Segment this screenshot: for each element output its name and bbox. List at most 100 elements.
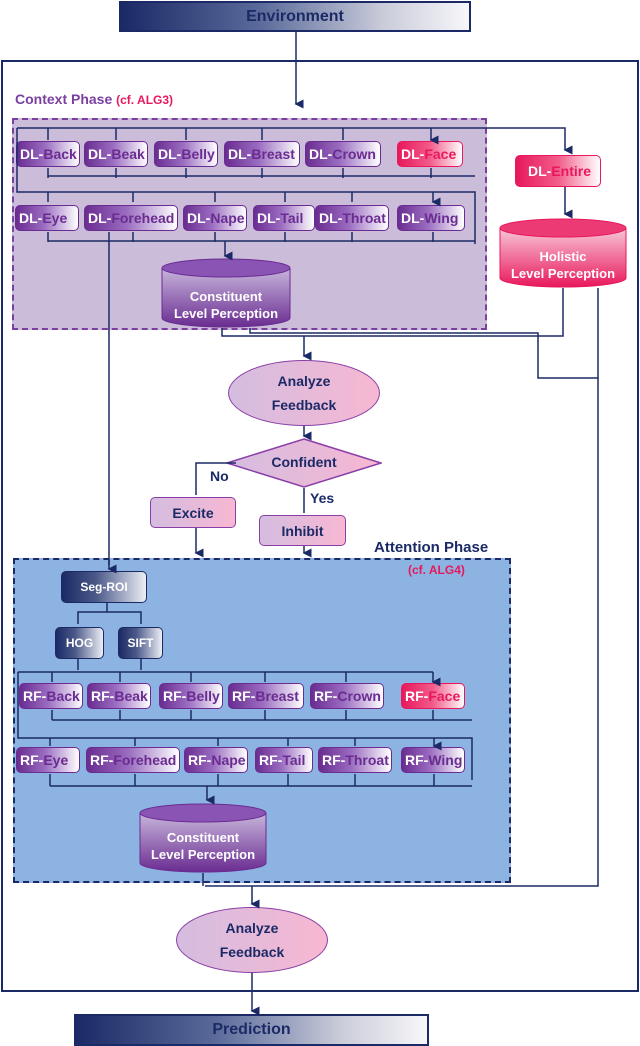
- dl-prefix: DL-: [309, 146, 333, 162]
- rf-suffix: Belly: [186, 688, 220, 704]
- confident-label: Confident: [271, 454, 337, 470]
- dl-entire-prefix: DL-: [527, 163, 552, 179]
- dl-suffix: Back: [43, 146, 77, 162]
- constituent-perception-1: Constituent Level Perception: [161, 258, 291, 328]
- rf-suffix: Wing: [428, 752, 463, 768]
- dl-suffix: Breast: [251, 146, 295, 162]
- context-phase-title-text: Context Phase: [15, 91, 113, 107]
- constituent-2-line2: Level Perception: [150, 847, 256, 862]
- dl-face-node: DL- Face: [397, 141, 463, 167]
- dl-eye-node: DL- Eye: [15, 205, 79, 231]
- dl-prefix: DL-: [19, 210, 43, 226]
- rf-prefix: RF-: [322, 752, 346, 768]
- dl-suffix: Crown: [332, 146, 376, 162]
- rf-prefix: RF-: [23, 688, 47, 704]
- dl-suffix: Forehead: [111, 210, 175, 226]
- attention-phase-title: Attention Phase: [374, 539, 489, 556]
- constituent-1-line1: Constituent: [189, 289, 263, 304]
- analyze-feedback-2: Analyze Feedback: [176, 907, 328, 973]
- dl-beak-node: DL- Beak: [84, 141, 148, 167]
- environment-label: Environment: [246, 7, 344, 25]
- dl-forehead-node: DL- Forehead: [84, 205, 178, 231]
- rf-tail-node: RF- Tail: [255, 747, 313, 773]
- dl-suffix: Wing: [424, 210, 459, 226]
- analyze-2-line1: Analyze: [225, 920, 279, 936]
- rf-eye-node: RF- Eye: [16, 747, 80, 773]
- attention-phase-ref: (cf. ALG4): [408, 563, 465, 577]
- rf-breast-node: RF- Breast: [228, 683, 304, 709]
- dl-prefix: DL-: [401, 146, 425, 162]
- rf-suffix: Face: [428, 688, 461, 704]
- dl-prefix: DL-: [228, 146, 252, 162]
- dl-belly-node: DL- Belly: [154, 141, 218, 167]
- dl-suffix: Belly: [181, 146, 215, 162]
- rf-prefix: RF-: [20, 752, 44, 768]
- rf-suffix: Throat: [345, 752, 389, 768]
- rf-beak-node: RF- Beak: [87, 683, 151, 709]
- seg-roi-node: Seg-ROI: [61, 571, 147, 603]
- rf-face-node: RF- Face: [401, 683, 465, 709]
- dl-wing-node: DL- Wing: [397, 205, 465, 231]
- rf-prefix: RF-: [91, 688, 115, 704]
- yes-label: Yes: [310, 490, 335, 506]
- rf-crown-node: RF- Crown: [310, 683, 384, 709]
- no-label: No: [210, 468, 229, 484]
- rf-nape-node: RF- Nape: [184, 747, 248, 773]
- dl-suffix: Beak: [111, 146, 145, 162]
- rf-throat-node: RF- Throat: [318, 747, 392, 773]
- constituent-1-line2: Level Perception: [173, 306, 279, 321]
- dl-throat-node: DL- Throat: [315, 205, 389, 231]
- confident-decision: Confident: [226, 438, 382, 488]
- prediction-box: Prediction: [74, 1014, 429, 1046]
- rf-back-node: RF- Back: [19, 683, 83, 709]
- prediction-label: Prediction: [212, 1021, 291, 1038]
- dl-breast-node: DL- Breast: [224, 141, 300, 167]
- rf-wing-node: RF- Wing: [401, 747, 465, 773]
- dl-suffix: Nape: [210, 210, 245, 226]
- dl-prefix: DL-: [20, 146, 44, 162]
- holistic-line1: Holistic: [539, 249, 587, 264]
- hog-label: HOG: [65, 636, 94, 650]
- rf-suffix: Breast: [255, 688, 299, 704]
- seg-roi-label: Seg-ROI: [80, 580, 128, 594]
- analyze-1-line2: Feedback: [271, 397, 337, 413]
- rf-prefix: RF-: [188, 752, 212, 768]
- analyze-2-line2: Feedback: [219, 944, 285, 960]
- inhibit-node: Inhibit: [259, 515, 346, 546]
- rf-suffix: Beak: [114, 688, 148, 704]
- excite-label: Excite: [172, 504, 214, 521]
- hog-node: HOG: [55, 627, 104, 659]
- dl-prefix: DL-: [158, 146, 182, 162]
- dl-prefix: DL-: [187, 210, 211, 226]
- dl-nape-node: DL- Nape: [183, 205, 247, 231]
- dl-suffix: Throat: [342, 210, 386, 226]
- constituent-2-line1: Constituent: [166, 830, 240, 845]
- analyze-feedback-1: Analyze Feedback: [228, 360, 380, 426]
- rf-suffix: Forehead: [113, 752, 177, 768]
- rf-prefix: RF-: [232, 688, 256, 704]
- rf-prefix: RF-: [90, 752, 114, 768]
- rf-belly-node: RF- Belly: [159, 683, 223, 709]
- dl-tail-node: DL- Tail: [253, 205, 315, 231]
- environment-box: Environment: [119, 1, 471, 32]
- dl-suffix: Tail: [280, 210, 304, 226]
- rf-prefix: RF-: [405, 688, 429, 704]
- rf-suffix: Crown: [337, 688, 381, 704]
- dl-entire-node: DL- Entire: [515, 155, 601, 187]
- holistic-line2: Level Perception: [510, 266, 616, 281]
- rf-suffix: Eye: [43, 752, 69, 768]
- dl-suffix: Face: [424, 146, 457, 162]
- dl-prefix: DL-: [257, 210, 281, 226]
- rf-suffix: Tail: [282, 752, 306, 768]
- dl-crown-node: DL- Crown: [305, 141, 381, 167]
- dl-prefix: DL-: [88, 210, 112, 226]
- holistic-perception: Holistic Level Perception: [499, 218, 627, 288]
- dl-prefix: DL-: [401, 210, 425, 226]
- analyze-1-line1: Analyze: [277, 373, 331, 389]
- dl-prefix: DL-: [88, 146, 112, 162]
- rf-prefix: RF-: [259, 752, 283, 768]
- inhibit-label: Inhibit: [281, 522, 324, 539]
- rf-suffix: Nape: [211, 752, 246, 768]
- rf-suffix: Back: [46, 688, 80, 704]
- rf-prefix: RF-: [163, 688, 187, 704]
